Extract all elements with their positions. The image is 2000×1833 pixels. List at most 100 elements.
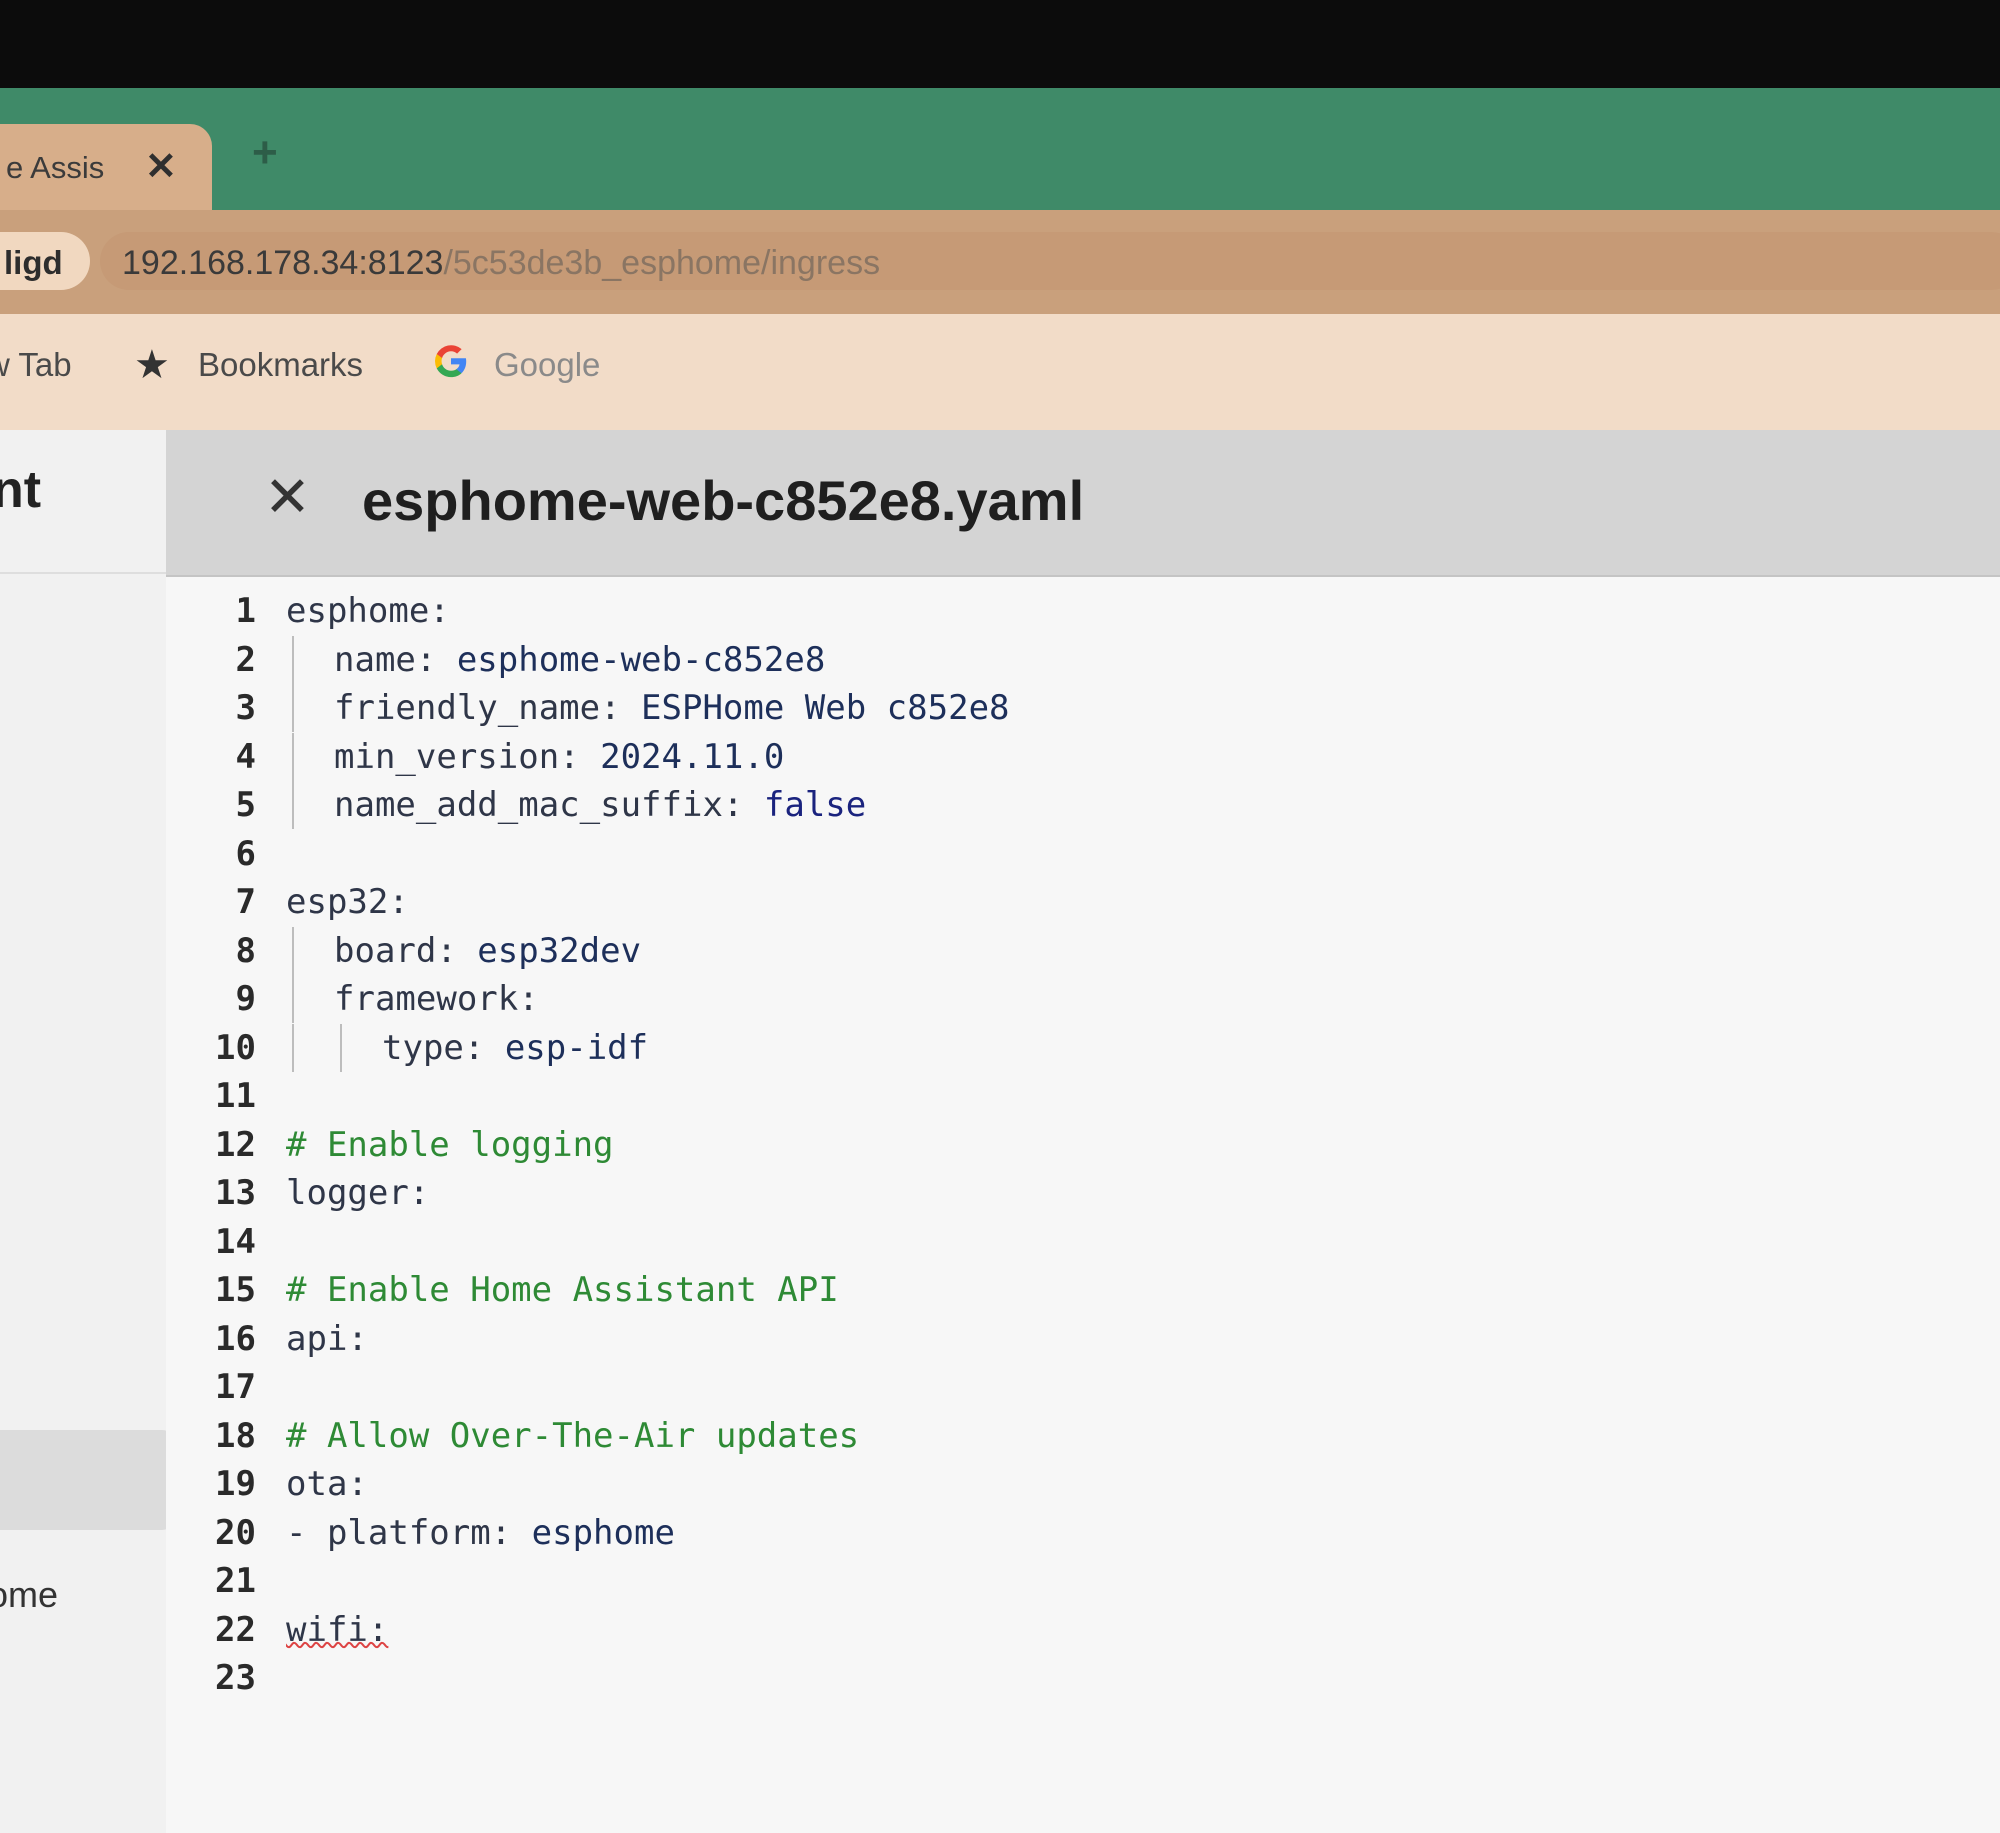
esphome-app: nt ome ✕ esphome-web-c852e8.yaml 1 esphom…	[0, 430, 2000, 1833]
code-line: 20 - platform: esphome	[166, 1509, 2000, 1557]
code-text: - platform: esphome	[286, 1509, 675, 1557]
code-value: ESPHome Web c852e8	[620, 688, 1010, 728]
code-key: min_version:	[334, 736, 580, 777]
url-host: 192.168.178.34:8123	[122, 244, 444, 282]
code-line: 16 api:	[166, 1315, 2000, 1363]
code-line: 19 ota:	[166, 1460, 2000, 1508]
code-text: ota:	[286, 1460, 368, 1508]
code-value: esphome	[511, 1512, 675, 1553]
tab-title: e Assis	[6, 150, 105, 185]
line-number: 22	[215, 1609, 256, 1650]
line-number: 16	[215, 1318, 256, 1359]
code-key: framework:	[334, 979, 539, 1019]
line-number: 1	[235, 591, 256, 631]
line-number: 21	[215, 1561, 256, 1601]
code-value: esp-idf	[484, 1027, 649, 1068]
code-line: 21	[166, 1557, 2000, 1605]
line-number: 12	[215, 1124, 256, 1165]
browser-tab[interactable]: e Assis ✕	[0, 124, 212, 216]
code-comment: # Enable Home Assistant API	[286, 1270, 839, 1310]
close-icon[interactable]: ✕	[264, 464, 311, 530]
code-text: # Enable Home Assistant API	[286, 1266, 839, 1314]
code-text: board: esp32dev	[334, 927, 641, 975]
new-tab-button[interactable]: +	[252, 128, 278, 178]
code-text: name_add_mac_suffix: false	[334, 781, 866, 829]
bookmark-google[interactable]: Google	[494, 346, 600, 384]
browser-window: e Assis ✕ + 192.168.178.34:8123/5c53de3b…	[0, 88, 2000, 1833]
code-key: board:	[334, 930, 457, 971]
code-line: 10 type: esp-idf	[166, 1023, 2000, 1072]
line-number: 2	[235, 639, 256, 680]
code-line: 12 # Enable logging	[166, 1121, 2000, 1169]
code-key-error: wifi:	[286, 1609, 389, 1650]
line-number: 4	[235, 736, 256, 777]
code-key: api:	[286, 1318, 368, 1359]
code-line: 15 # Enable Home Assistant API	[166, 1266, 2000, 1314]
sidebar-title: nt	[0, 461, 42, 519]
code-line: 9 framework:	[166, 975, 2000, 1023]
code-text: # Allow Over-The-Air updates	[286, 1412, 859, 1460]
indent-guide	[292, 1023, 294, 1072]
line-number: 17	[215, 1367, 256, 1407]
line-number: 5	[235, 785, 256, 825]
tab-close-icon[interactable]: ✕	[145, 144, 177, 189]
url-path: /5c53de3b_esphome/ingress	[443, 244, 881, 282]
tab-strip: e Assis ✕ +	[0, 88, 2000, 216]
line-number: 23	[215, 1658, 256, 1698]
editor-header: ✕ esphome-web-c852e8.yaml	[166, 430, 2000, 577]
code-key: - platform:	[286, 1512, 512, 1553]
code-line: 13 logger:	[166, 1169, 2000, 1217]
bookmark-bookmarks[interactable]: Bookmarks	[198, 346, 363, 384]
sidebar-divider	[0, 572, 166, 574]
line-number: 11	[215, 1076, 256, 1116]
line-number: 9	[235, 979, 256, 1019]
code-line: 23	[166, 1654, 2000, 1702]
code-value: esp32dev	[456, 930, 642, 971]
code-key: ota:	[286, 1464, 368, 1504]
code-line: 4 min_version: 2024.11.0	[166, 732, 2000, 781]
code-line: 2 name: esphome-web-c852e8	[166, 635, 2000, 684]
code-line: 6	[166, 830, 2000, 878]
code-key: esp32:	[286, 882, 409, 922]
code-key: logger:	[286, 1173, 430, 1213]
code-key: name_add_mac_suffix:	[334, 785, 744, 825]
line-number: 18	[215, 1415, 256, 1456]
line-number: 3	[235, 688, 256, 728]
bookmark-new-tab[interactable]: w Tab	[0, 346, 72, 384]
code-text: esphome:	[286, 587, 450, 635]
code-key: esphome:	[286, 591, 450, 631]
line-number: 15	[215, 1270, 256, 1310]
line-number: 6	[235, 833, 256, 874]
line-number: 7	[235, 882, 256, 922]
code-line: 22 wifi:	[166, 1606, 2000, 1654]
code-editor[interactable]: 1 esphome: 2 name: esphome-web-c852e8 3 frien…	[166, 577, 2000, 1833]
code-line: 14	[166, 1218, 2000, 1266]
code-line: 8 board: esp32dev	[166, 926, 2000, 975]
address-bar: 192.168.178.34:8123/5c53de3b_esphome/ing…	[0, 210, 2000, 314]
line-number: 14	[215, 1221, 256, 1262]
line-number: 10	[215, 1027, 256, 1068]
code-text: name: esphome-web-c852e8	[334, 636, 825, 684]
url-field[interactable]: 192.168.178.34:8123/5c53de3b_esphome/ing…	[100, 232, 2000, 290]
line-number: 19	[215, 1464, 256, 1504]
code-text: type: esp-idf	[382, 1024, 648, 1072]
code-text: framework:	[334, 975, 539, 1023]
code-comment: # Allow Over-The-Air updates	[286, 1415, 860, 1456]
url-text: 192.168.178.34:8123/5c53de3b_esphome/ing…	[122, 244, 880, 283]
code-line: 17	[166, 1363, 2000, 1411]
indent-guide	[292, 732, 294, 781]
code-key: name:	[334, 639, 437, 680]
code-text: friendly_name: ESPHome Web c852e8	[334, 684, 1010, 732]
profile-chip[interactable]: ligd	[0, 232, 90, 290]
line-number: 20	[215, 1512, 256, 1553]
code-value: esphome-web-c852e8	[436, 639, 826, 680]
sidebar-item-esphome[interactable]: ome	[0, 1574, 58, 1616]
code-value: false	[743, 785, 867, 825]
indent-guide	[292, 926, 294, 975]
code-key: friendly_name:	[334, 688, 621, 728]
indent-guide	[292, 781, 294, 829]
line-number: 8	[235, 930, 256, 971]
code-line: 11	[166, 1072, 2000, 1120]
indent-guide	[340, 1023, 342, 1072]
indent-guide	[292, 975, 294, 1023]
